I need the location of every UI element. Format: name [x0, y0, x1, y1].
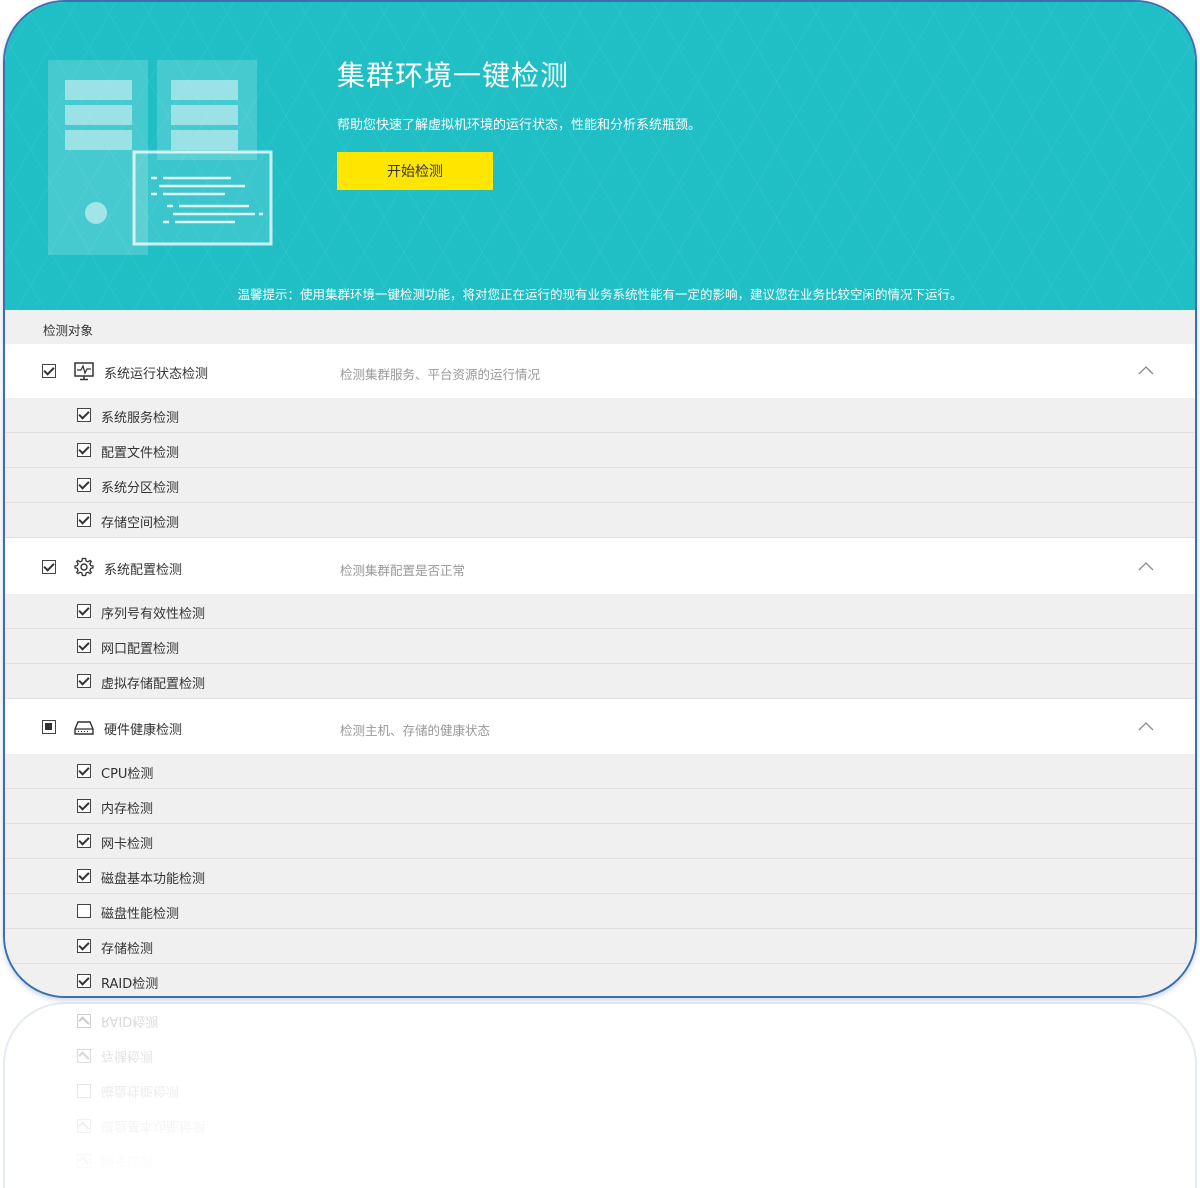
item-label: RAID检测 [101, 977, 159, 992]
group-description: 检测主机、存储的健康状态 [340, 723, 491, 738]
reflection-fade [5, 1004, 1195, 1188]
item-checkbox[interactable] [77, 513, 91, 527]
group-checkbox[interactable] [42, 364, 56, 378]
group-row-system-status[interactable]: 系统运行状态检测 检测集群服务、平台资源的运行情况 [5, 344, 1195, 398]
group-label: 硬件健康检测 [104, 723, 183, 738]
list-item[interactable]: 网卡检测 [5, 824, 1195, 859]
list-item[interactable]: 存储检测 [5, 929, 1195, 964]
page-title: 集群环境一键检测 [337, 59, 570, 92]
item-label: 虚拟存储配置检测 [101, 677, 206, 692]
item-label: 序列号有效性检测 [101, 607, 206, 622]
item-label: 内存检测 [101, 802, 154, 817]
group-label: 系统配置检测 [104, 563, 183, 578]
item-checkbox[interactable] [77, 443, 91, 457]
item-label: 系统服务检测 [101, 411, 180, 426]
item-label: 磁盘性能检测 [101, 907, 180, 922]
list-item[interactable]: 内存检测 [5, 789, 1195, 824]
chevron-up-icon[interactable] [1137, 720, 1155, 732]
chevron-up-icon[interactable] [1137, 364, 1155, 376]
item-label: 存储空间检测 [101, 516, 180, 531]
item-checkbox[interactable] [77, 408, 91, 422]
item-checkbox[interactable] [77, 478, 91, 492]
item-label: 配置文件检测 [101, 446, 180, 461]
list-item[interactable]: 系统分区检测 [5, 468, 1195, 503]
list-header: 检测对象 [5, 310, 1195, 345]
item-checkbox[interactable] [77, 604, 91, 618]
list-item[interactable]: RAID检测 [5, 964, 1195, 996]
item-label: 网口配置检测 [101, 642, 180, 657]
gear-icon [74, 557, 94, 577]
server-illustration-icon [48, 60, 273, 255]
page-subtitle: 帮助您快速了解虚拟机环境的运行状态，性能和分析系统瓶颈。 [337, 118, 702, 133]
warning-tip: 温馨提示：使用集群环境一键检测功能，将对您正在运行的现有业务系统性能有一定的影响… [237, 287, 963, 302]
chevron-up-icon[interactable] [1137, 560, 1155, 572]
group-checkbox[interactable] [42, 720, 56, 734]
item-checkbox[interactable] [77, 799, 91, 813]
list-item[interactable]: 配置文件检测 [5, 433, 1195, 468]
list-item[interactable]: 磁盘基本功能检测 [5, 859, 1195, 894]
list-item[interactable]: 磁盘性能检测 [5, 894, 1195, 929]
group-label: 系统运行状态检测 [104, 367, 209, 382]
item-checkbox[interactable] [77, 639, 91, 653]
item-checkbox[interactable] [77, 674, 91, 688]
monitor-pulse-icon [74, 362, 94, 381]
header-banner: 集群环境一键检测 帮助您快速了解虚拟机环境的运行状态，性能和分析系统瓶颈。 开始… [5, 2, 1195, 310]
item-checkbox[interactable] [77, 834, 91, 848]
list-item[interactable]: 序列号有效性检测 [5, 594, 1195, 629]
item-label: 磁盘基本功能检测 [101, 872, 206, 887]
item-checkbox[interactable] [77, 974, 91, 988]
list-item[interactable]: 系统服务检测 [5, 398, 1195, 433]
list-item[interactable]: 存储空间检测 [5, 503, 1195, 538]
window-reflection: RAID检测 存储检测 磁盘性能检测 磁盘基本功能检测 网卡检测 [3, 1002, 1197, 1188]
item-checkbox[interactable] [77, 939, 91, 953]
item-checkbox[interactable] [77, 869, 91, 883]
item-label: 网卡检测 [101, 837, 154, 852]
group-description: 检测集群服务、平台资源的运行情况 [340, 367, 541, 382]
item-checkbox[interactable] [77, 764, 91, 778]
list-item[interactable]: 虚拟存储配置检测 [5, 664, 1195, 699]
item-checkbox[interactable] [77, 904, 91, 918]
hard-drive-icon [74, 721, 94, 735]
group-row-hardware-health[interactable]: 硬件健康检测 检测主机、存储的健康状态 [5, 700, 1195, 754]
list-header-label: 检测对象 [43, 323, 94, 338]
item-label: CPU检测 [101, 767, 154, 782]
group-row-system-config[interactable]: 系统配置检测 检测集群配置是否正常 [5, 540, 1195, 594]
item-label: 系统分区检测 [101, 481, 180, 496]
item-label: 存储检测 [101, 942, 154, 957]
group-description: 检测集群配置是否正常 [340, 563, 466, 578]
cluster-check-window: 集群环境一键检测 帮助您快速了解虚拟机环境的运行状态，性能和分析系统瓶颈。 开始… [3, 0, 1197, 998]
list-item[interactable]: CPU检测 [5, 754, 1195, 789]
start-check-button[interactable]: 开始检测 [337, 152, 493, 190]
group-checkbox[interactable] [42, 560, 56, 574]
list-item[interactable]: 网口配置检测 [5, 629, 1195, 664]
